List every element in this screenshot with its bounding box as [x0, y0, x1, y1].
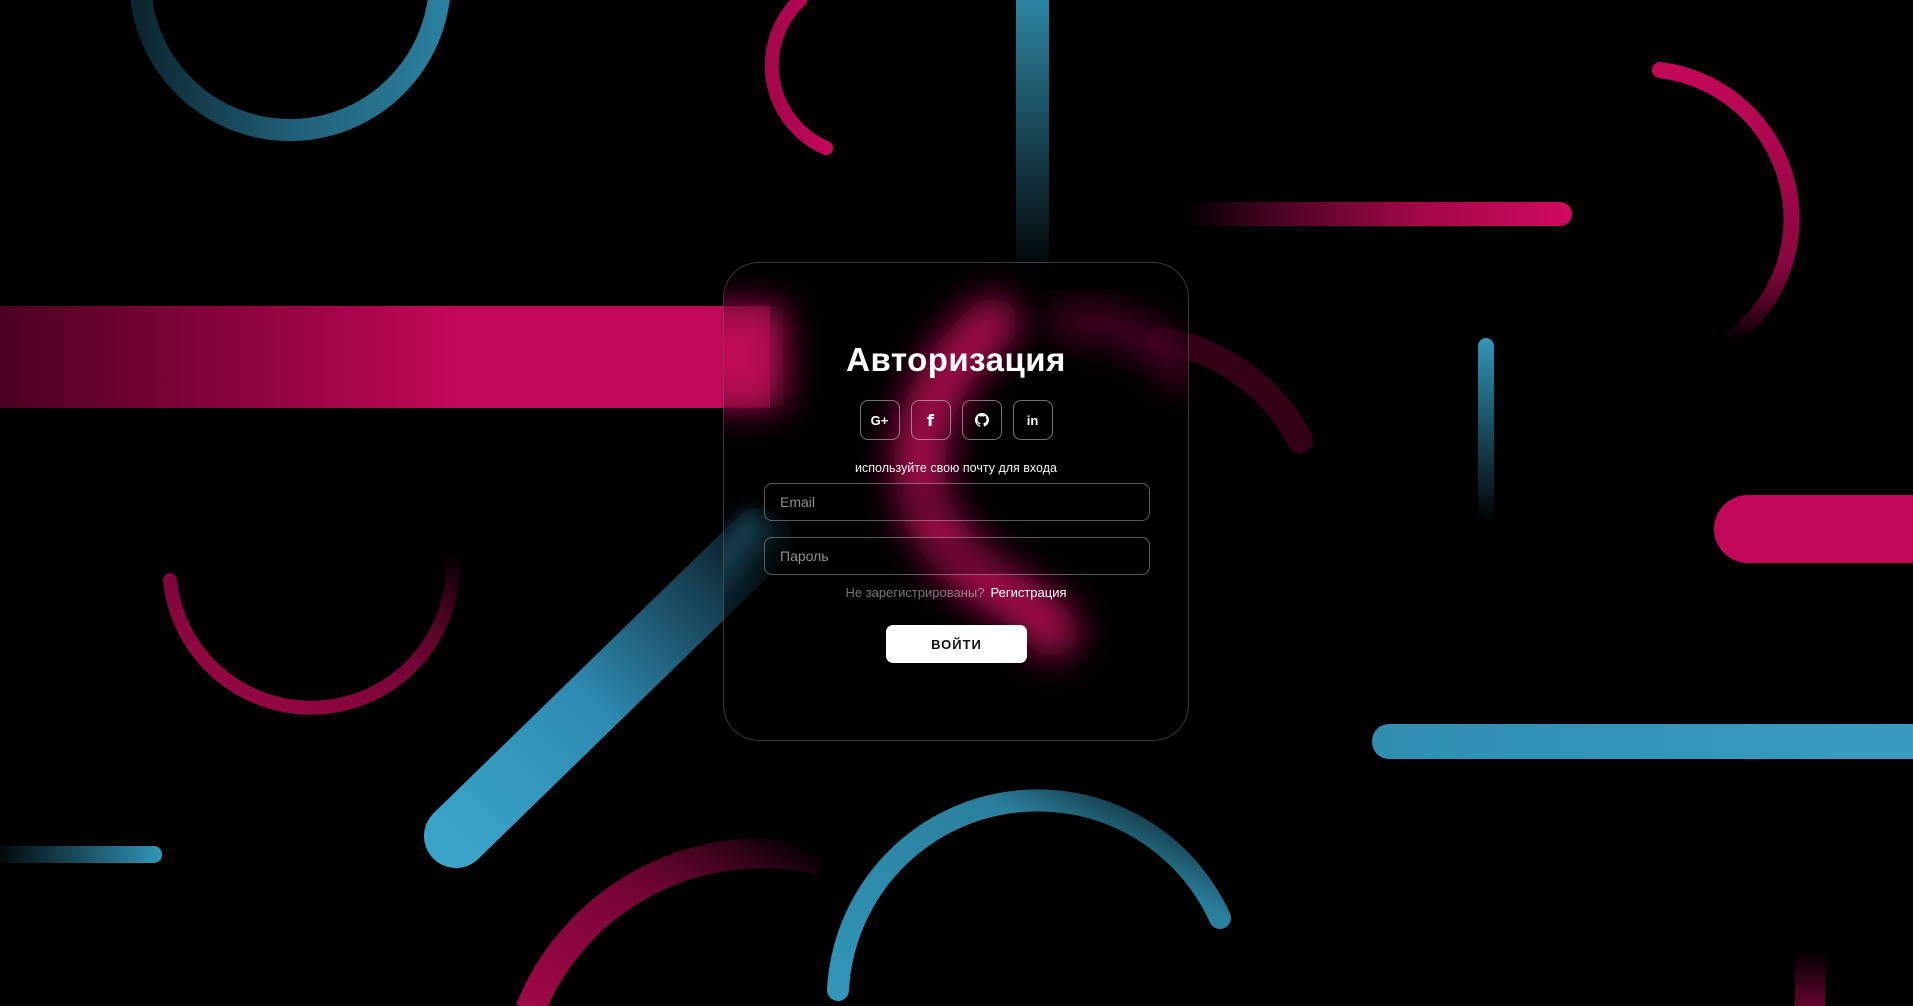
social-login-row: G+ f in — [724, 400, 1188, 440]
google-plus-icon: G+ — [870, 412, 889, 428]
pink-bar-top-right — [1185, 202, 1572, 226]
blue-bar-right-low — [1372, 724, 1913, 759]
pink-bar-left — [0, 306, 770, 408]
linkedin-button[interactable]: in — [1012, 400, 1053, 440]
pink-arc-right — [1652, 62, 1800, 348]
page-title: Авторизация — [846, 341, 1066, 378]
google-plus-button[interactable]: G+ — [859, 400, 900, 440]
blue-arc-top-left — [130, 0, 450, 141]
facebook-button[interactable]: f — [910, 400, 951, 440]
register-link[interactable]: Регистрация — [991, 585, 1067, 600]
login-button[interactable]: ВОЙТИ — [886, 625, 1027, 663]
login-form: Авторизация G+ f in используйте свою поч… — [724, 263, 1188, 740]
login-hint: используйте свою почту для входа — [855, 461, 1057, 475]
pink-arc-left — [163, 545, 460, 715]
password-field[interactable] — [764, 537, 1150, 575]
blue-bar-left-bottom — [0, 846, 162, 863]
blue-arc-bottom — [827, 789, 1231, 1001]
blue-bar-vertical-right — [1478, 338, 1494, 523]
login-card: Авторизация G+ f in используйте свою поч… — [723, 262, 1189, 741]
login-page: Авторизация G+ f in используйте свою поч… — [0, 0, 1913, 1006]
blue-bar-vertical-top — [1016, 0, 1049, 280]
email-field[interactable] — [764, 483, 1150, 521]
pink-pill-right — [1714, 495, 1913, 563]
github-button[interactable] — [961, 400, 1002, 440]
pink-arc-bottom — [516, 838, 824, 1006]
blue-bar-diagonal — [424, 508, 792, 868]
register-question: Не зарегистрированы? — [845, 585, 985, 600]
facebook-icon: f — [927, 410, 934, 430]
github-icon — [974, 413, 989, 427]
linkedin-icon: in — [1026, 412, 1039, 428]
register-row: Не зарегистрированы? Регистрация — [724, 585, 1188, 600]
